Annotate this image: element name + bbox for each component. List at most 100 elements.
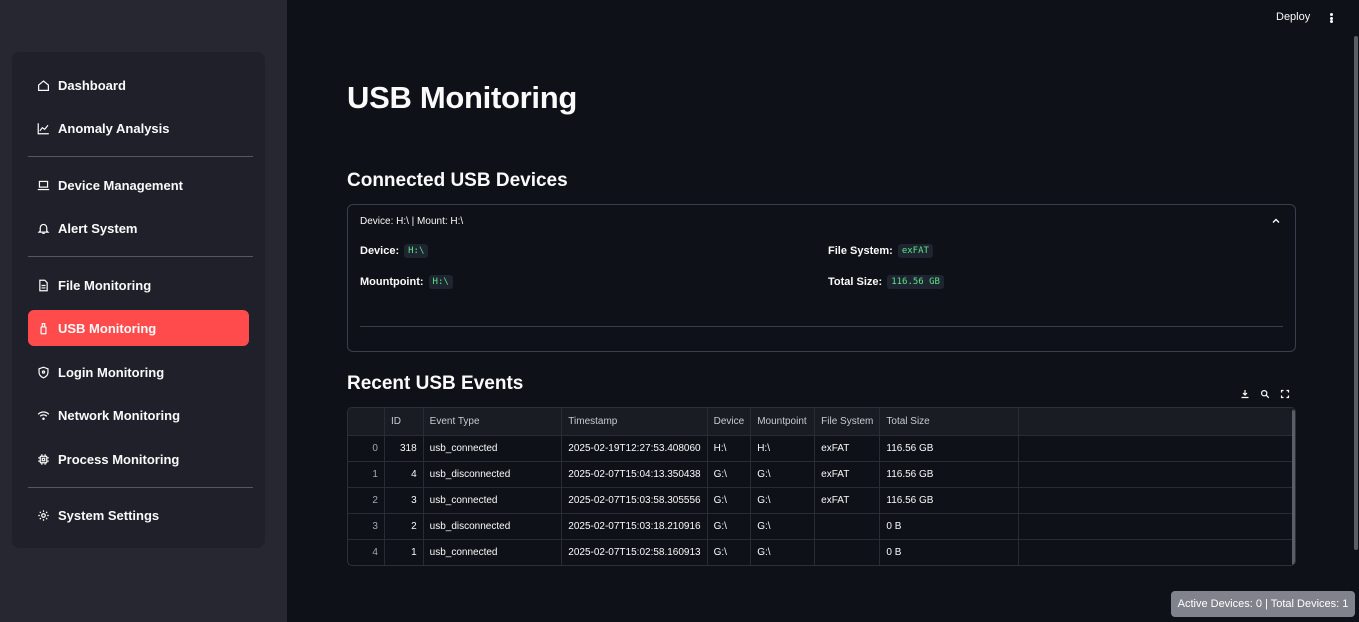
cell-timestamp[interactable]: 2025-02-07T15:03:18.210916 [561, 513, 708, 540]
device-label: Device: [360, 245, 400, 257]
table-row[interactable]: 3 2 usb_disconnected 2025-02-07T15:03:18… [348, 513, 1295, 540]
sidebar-item-label: Alert System [58, 220, 138, 236]
cell-mountpoint[interactable]: G:\ [750, 539, 816, 565]
device-status-badge: Active Devices: 0 | Total Devices: 1 [1171, 591, 1355, 617]
sidebar-item-anomaly-analysis[interactable]: Anomaly Analysis [28, 110, 249, 146]
chart-line-icon [36, 121, 50, 135]
cell-device[interactable]: G:\ [707, 487, 752, 514]
deploy-button[interactable]: Deploy [1276, 11, 1310, 23]
cell-mountpoint[interactable]: G:\ [750, 461, 816, 488]
sidebar-item-label: Network Monitoring [58, 407, 181, 423]
cell-id[interactable]: 2 [384, 513, 424, 540]
cell-empty [1018, 487, 1295, 514]
column-header[interactable]: Mountpoint [750, 408, 816, 436]
wifi-icon [36, 408, 50, 422]
sidebar-item-alert-system[interactable]: Alert System [28, 210, 249, 246]
laptop-icon [36, 178, 50, 192]
sidebar-item-dashboard[interactable]: Dashboard [28, 67, 249, 103]
nav-divider [28, 256, 253, 257]
search-icon[interactable] [1257, 386, 1273, 402]
column-header[interactable] [348, 408, 385, 436]
cell-device[interactable]: G:\ [707, 461, 752, 488]
cell-total-size[interactable]: 116.56 GB [879, 487, 1019, 514]
column-header[interactable]: Event Type [423, 408, 563, 436]
cell-id[interactable]: 318 [384, 435, 424, 462]
download-icon[interactable] [1237, 386, 1253, 402]
row-index: 2 [348, 487, 385, 514]
table-row[interactable]: 1 4 usb_disconnected 2025-02-07T15:04:13… [348, 461, 1295, 488]
cell-timestamp[interactable]: 2025-02-19T12:27:53.408060 [561, 435, 708, 462]
sidebar-item-network-monitoring[interactable]: Network Monitoring [28, 397, 249, 433]
nav-divider [28, 487, 253, 488]
sidebar-item-file-monitoring[interactable]: File Monitoring [28, 267, 249, 303]
sidebar-item-device-management[interactable]: Device Management [28, 167, 249, 203]
cell-mountpoint[interactable]: G:\ [750, 513, 816, 540]
total-size-label: Total Size: [828, 276, 883, 288]
bell-icon [36, 221, 50, 235]
cell-id[interactable]: 4 [384, 461, 424, 488]
total-size-value: 116.56 GB [887, 275, 944, 289]
cell-event-type[interactable]: usb_disconnected [423, 513, 563, 540]
cell-total-size[interactable]: 0 B [879, 513, 1019, 540]
table-scrollbar[interactable] [1292, 410, 1295, 565]
cell-empty [1018, 461, 1295, 488]
cell-file-system[interactable] [814, 539, 881, 565]
cell-timestamp[interactable]: 2025-02-07T15:02:58.160913 [561, 539, 708, 565]
cell-total-size[interactable]: 0 B [879, 539, 1019, 565]
cell-timestamp[interactable]: 2025-02-07T15:03:58.305556 [561, 487, 708, 514]
cell-id[interactable]: 3 [384, 487, 424, 514]
sidebar-item-usb-monitoring[interactable]: USB Monitoring [28, 310, 249, 346]
more-options-icon[interactable] [1326, 11, 1336, 25]
shield-icon [36, 365, 50, 379]
row-index: 4 [348, 539, 385, 565]
fullscreen-icon[interactable] [1277, 386, 1293, 402]
chevron-up-icon[interactable] [1271, 216, 1281, 226]
column-header[interactable]: Total Size [879, 408, 1019, 436]
column-header[interactable]: ID [384, 408, 424, 436]
cell-id[interactable]: 1 [384, 539, 424, 565]
file-system-field: File System: exFAT [828, 244, 933, 258]
cell-total-size[interactable]: 116.56 GB [879, 461, 1019, 488]
cell-file-system[interactable]: exFAT [814, 461, 881, 488]
cell-file-system[interactable]: exFAT [814, 487, 881, 514]
expander-divider [360, 326, 1283, 327]
column-header[interactable]: Timestamp [561, 408, 708, 436]
cell-event-type[interactable]: usb_connected [423, 487, 563, 514]
column-header[interactable]: Device [707, 408, 752, 436]
device-expander-header[interactable]: Device: H:\ | Mount: H:\ [360, 216, 463, 227]
cell-file-system[interactable] [814, 513, 881, 540]
sidebar-item-label: Process Monitoring [58, 451, 180, 467]
sidebar-item-label: Dashboard [58, 77, 126, 93]
sidebar-item-label: File Monitoring [58, 277, 152, 293]
sidebar-item-system-settings[interactable]: System Settings [28, 497, 249, 533]
table-toolbar [1237, 386, 1293, 402]
sidebar-item-login-monitoring[interactable]: Login Monitoring [28, 354, 249, 390]
device-expander: Device: H:\ | Mount: H:\ Device: H:\ Mou… [347, 204, 1296, 352]
cell-mountpoint[interactable]: H:\ [750, 435, 816, 462]
total-size-field: Total Size: 116.56 GB [828, 275, 944, 289]
sidebar-item-label: System Settings [58, 507, 160, 523]
cell-event-type[interactable]: usb_connected [423, 539, 563, 565]
column-header[interactable]: File System [814, 408, 881, 436]
gear-icon [36, 508, 50, 522]
home-icon [36, 78, 50, 92]
cpu-icon [36, 452, 50, 466]
cell-event-type[interactable]: usb_disconnected [423, 461, 563, 488]
cell-timestamp[interactable]: 2025-02-07T15:04:13.350438 [561, 461, 708, 488]
column-header-empty [1018, 408, 1295, 436]
cell-file-system[interactable]: exFAT [814, 435, 881, 462]
table-row[interactable]: 0 318 usb_connected 2025-02-19T12:27:53.… [348, 435, 1295, 462]
cell-total-size[interactable]: 116.56 GB [879, 435, 1019, 462]
page-scrollbar[interactable] [1354, 36, 1358, 550]
table-row[interactable]: 4 1 usb_connected 2025-02-07T15:02:58.16… [348, 539, 1295, 565]
cell-device[interactable]: G:\ [707, 539, 752, 565]
sidebar-item-process-monitoring[interactable]: Process Monitoring [28, 441, 249, 477]
cell-event-type[interactable]: usb_connected [423, 435, 563, 462]
cell-device[interactable]: H:\ [707, 435, 752, 462]
cell-mountpoint[interactable]: G:\ [750, 487, 816, 514]
cell-device[interactable]: G:\ [707, 513, 752, 540]
row-index: 1 [348, 461, 385, 488]
table-row[interactable]: 2 3 usb_connected 2025-02-07T15:03:58.30… [348, 487, 1295, 514]
mountpoint-value: H:\ [428, 275, 453, 289]
events-table[interactable]: ID Event Type Timestamp Device Mountpoin… [347, 407, 1296, 566]
